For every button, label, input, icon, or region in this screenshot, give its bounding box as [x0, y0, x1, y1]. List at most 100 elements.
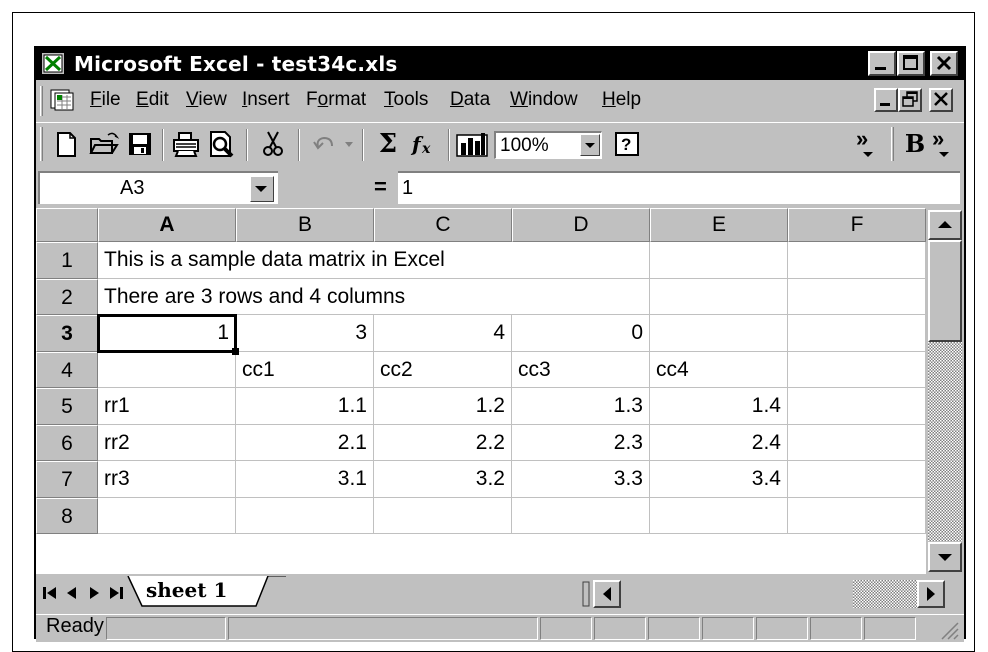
- cell-a2[interactable]: There are 3 rows and 4 columns: [98, 279, 405, 315]
- horizontal-scrollbar[interactable]: [581, 580, 961, 608]
- cell-f6[interactable]: [788, 424, 926, 461]
- scroll-down-button[interactable]: [928, 542, 962, 572]
- cell-d3[interactable]: 0: [512, 315, 650, 352]
- cell-c8[interactable]: [374, 497, 512, 534]
- cell-f8[interactable]: [788, 497, 926, 534]
- cell-a5[interactable]: rr1: [98, 388, 236, 425]
- workbook-doc-icon[interactable]: [50, 89, 74, 111]
- cell-d7[interactable]: 3.3: [512, 461, 650, 498]
- title-bar[interactable]: Microsoft Excel - test34c.xls: [36, 48, 964, 80]
- column-header-e[interactable]: E: [650, 208, 788, 242]
- cell-d6[interactable]: 2.3: [512, 424, 650, 461]
- cell-d4[interactable]: cc3: [512, 351, 650, 388]
- row-header-6[interactable]: 6: [36, 424, 98, 461]
- row-header-2[interactable]: 2: [36, 278, 98, 315]
- cell-d1[interactable]: [512, 242, 650, 279]
- toolbar-grip[interactable]: [40, 127, 43, 161]
- next-sheet-icon[interactable]: [84, 580, 104, 606]
- cell-b7[interactable]: 3.1: [236, 461, 374, 498]
- close-button[interactable]: [930, 51, 958, 76]
- formula-input[interactable]: 1: [398, 171, 960, 204]
- autosum-icon[interactable]: Σ: [372, 129, 404, 159]
- zoom-dropdown-button[interactable]: [580, 134, 600, 156]
- menu-view[interactable]: View: [186, 89, 227, 111]
- cell-f4[interactable]: [788, 351, 926, 388]
- cell-f1[interactable]: [788, 242, 926, 279]
- resize-grip-icon[interactable]: [936, 617, 960, 641]
- cell-b4[interactable]: cc1: [236, 351, 374, 388]
- cell-c6[interactable]: 2.2: [374, 424, 512, 461]
- cell-b3[interactable]: 3: [236, 315, 374, 352]
- scroll-track[interactable]: [928, 342, 962, 542]
- new-document-icon[interactable]: [50, 129, 82, 159]
- maximize-button[interactable]: [897, 51, 925, 76]
- cell-a4[interactable]: [98, 351, 236, 388]
- cell-c1[interactable]: [374, 242, 512, 279]
- row-header-7[interactable]: 7: [36, 461, 98, 498]
- fill-handle[interactable]: [232, 347, 239, 355]
- cell-d8[interactable]: [512, 497, 650, 534]
- bold-button[interactable]: B: [902, 129, 928, 159]
- cell-b2[interactable]: [236, 279, 374, 315]
- menu-insert[interactable]: Insert: [242, 89, 290, 111]
- print-preview-icon[interactable]: [206, 129, 238, 159]
- cell-f5[interactable]: [788, 388, 926, 425]
- chart-wizard-icon[interactable]: [454, 129, 490, 159]
- previous-sheet-icon[interactable]: [62, 580, 82, 606]
- menu-help[interactable]: Help: [602, 89, 641, 111]
- doc-close-button[interactable]: [929, 88, 953, 112]
- toolbar-grip[interactable]: [891, 127, 894, 161]
- zoom-select[interactable]: 100%: [494, 131, 602, 159]
- cell-e3[interactable]: [650, 315, 788, 352]
- menu-grip[interactable]: [40, 86, 43, 116]
- column-header-b[interactable]: B: [236, 208, 374, 242]
- scroll-up-button[interactable]: [928, 210, 962, 240]
- save-disk-icon[interactable]: [124, 129, 156, 159]
- menu-file[interactable]: File: [90, 89, 121, 111]
- excel-app-icon[interactable]: [42, 53, 64, 74]
- name-box[interactable]: A3: [38, 171, 278, 204]
- cell-f3[interactable]: [788, 315, 926, 352]
- active-cell-outline[interactable]: [97, 314, 237, 353]
- scroll-left-button[interactable]: [593, 580, 621, 608]
- open-folder-icon[interactable]: [88, 129, 120, 159]
- cell-e4[interactable]: cc4: [650, 351, 788, 388]
- last-sheet-icon[interactable]: [106, 580, 126, 606]
- cell-d5[interactable]: 1.3: [512, 388, 650, 425]
- menu-window[interactable]: Window: [510, 89, 578, 111]
- cell-e7[interactable]: 3.4: [650, 461, 788, 498]
- cell-a8[interactable]: [98, 497, 236, 534]
- cell-c3[interactable]: 4: [374, 315, 512, 352]
- scroll-right-button[interactable]: [917, 580, 945, 608]
- column-header-c[interactable]: C: [374, 208, 512, 242]
- menu-data[interactable]: Data: [450, 89, 490, 111]
- menu-edit[interactable]: Edit: [136, 89, 169, 111]
- sheet-tab[interactable]: sheet 1: [126, 576, 286, 607]
- help-question-icon[interactable]: ?: [612, 129, 644, 159]
- cell-a7[interactable]: rr3: [98, 461, 236, 498]
- undo-dropdown-icon[interactable]: [342, 129, 356, 159]
- cell-d2[interactable]: [512, 278, 650, 315]
- row-header-1[interactable]: 1: [36, 242, 98, 279]
- row-header-3[interactable]: 3: [36, 315, 98, 352]
- cell-f2[interactable]: [788, 278, 926, 315]
- cell-e6[interactable]: 2.4: [650, 424, 788, 461]
- toolbar-more-button[interactable]: »: [856, 128, 880, 159]
- cell-b5[interactable]: 1.1: [236, 388, 374, 425]
- menu-format[interactable]: Format: [306, 89, 366, 111]
- cut-scissors-icon[interactable]: [258, 129, 290, 159]
- cell-f7[interactable]: [788, 461, 926, 498]
- vertical-scrollbar[interactable]: [926, 208, 964, 574]
- row-header-5[interactable]: 5: [36, 388, 98, 425]
- toolbar-more-button-2[interactable]: »: [932, 128, 956, 159]
- undo-icon[interactable]: [310, 129, 342, 159]
- split-handle[interactable]: [581, 580, 591, 608]
- cell-e2[interactable]: [650, 278, 788, 315]
- print-icon[interactable]: [170, 129, 202, 159]
- cell-b6[interactable]: 2.1: [236, 424, 374, 461]
- column-header-a[interactable]: A: [98, 208, 236, 242]
- name-box-dropdown-button[interactable]: [250, 176, 274, 202]
- cell-e8[interactable]: [650, 497, 788, 534]
- cell-a1[interactable]: This is a sample data matrix in Excel: [98, 242, 445, 279]
- row-header-4[interactable]: 4: [36, 351, 98, 388]
